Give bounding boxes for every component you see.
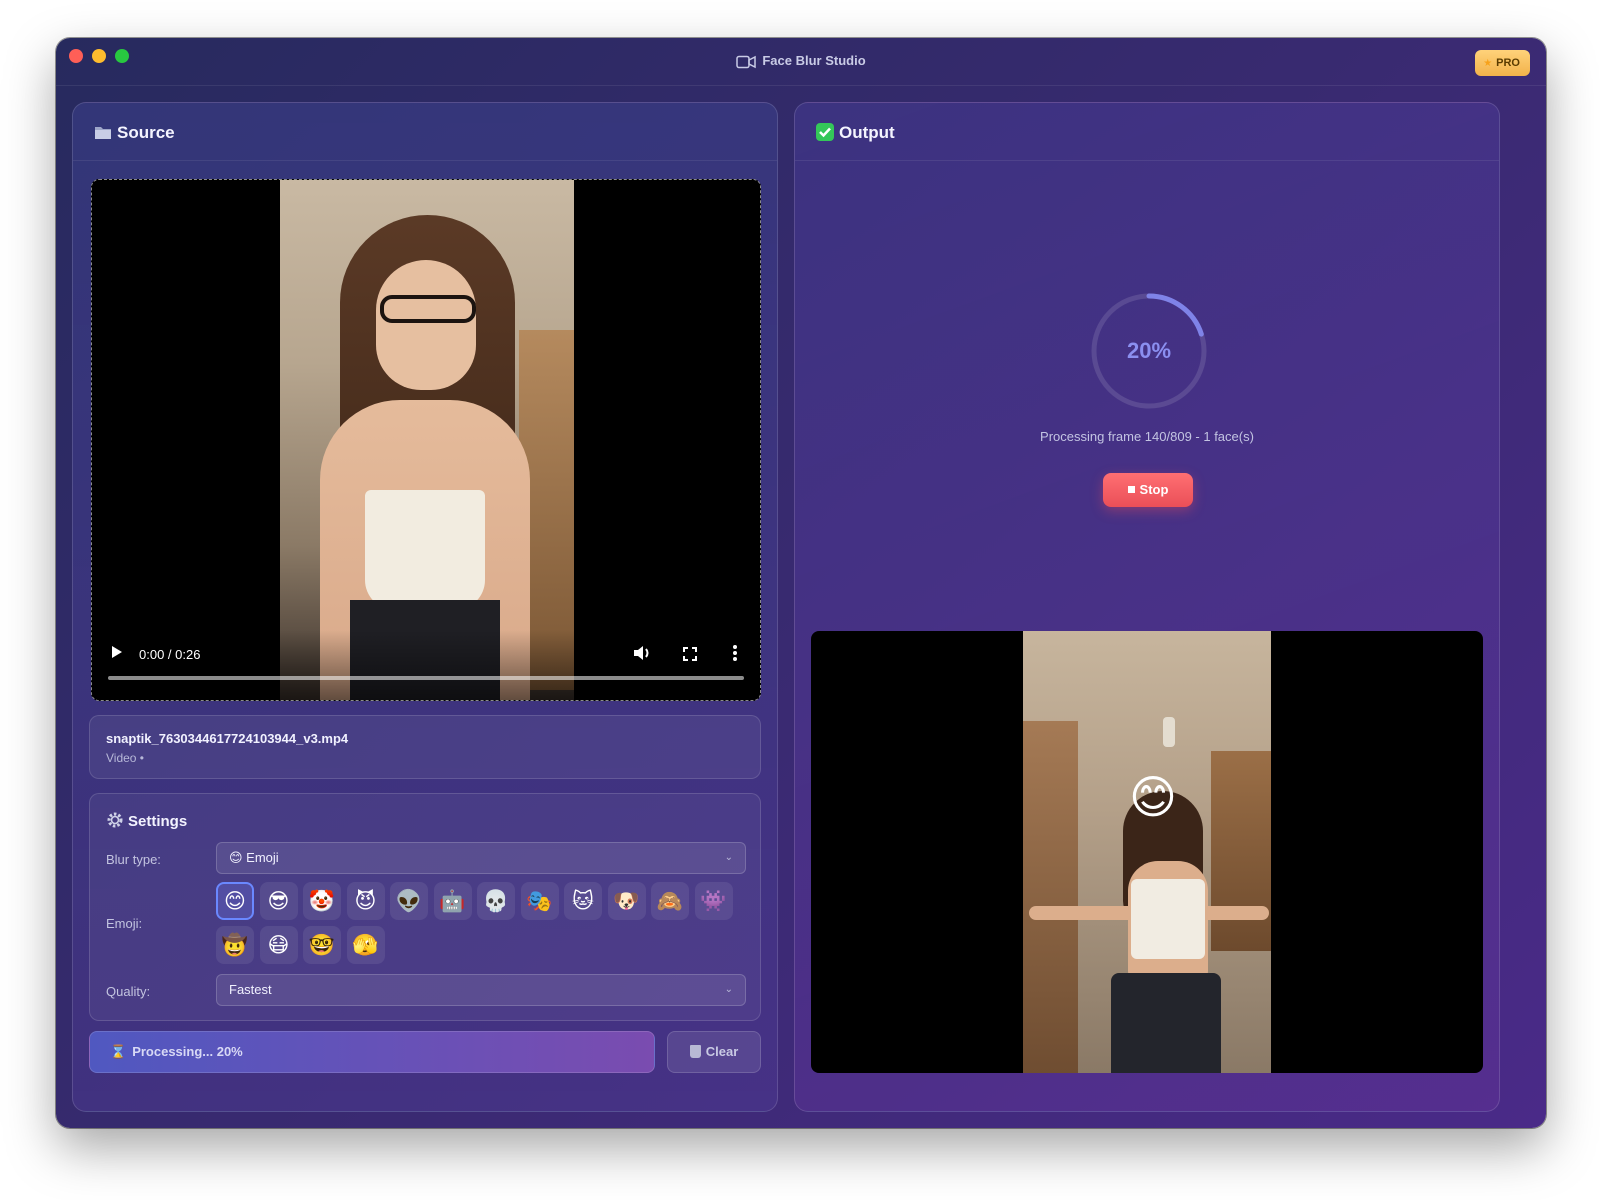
blur-type-select[interactable]: 😊 Emoji ⌄ — [216, 842, 746, 874]
emoji-option[interactable]: 😊 — [216, 882, 254, 920]
stop-button[interactable]: Stop — [1103, 473, 1193, 507]
video-controls: 0:00 / 0:26 — [92, 630, 760, 700]
star-icon: ★ — [1483, 58, 1493, 69]
gear-icon — [107, 812, 123, 828]
emoji-face-overlay: 😊 — [1129, 770, 1177, 824]
emoji-option[interactable]: 😷 — [259, 926, 298, 964]
hourglass-icon: ⌛ — [110, 1044, 127, 1059]
title-bar: Face Blur Studio ★ PRO — [56, 38, 1546, 86]
emoji-option[interactable]: 🫣 — [346, 926, 385, 964]
emoji-option[interactable]: 💀 — [477, 882, 515, 920]
processing-button[interactable]: ⌛ Processing... 20% — [89, 1031, 655, 1073]
output-preview: 😊 — [811, 631, 1483, 1073]
emoji-option[interactable]: 🙈 — [651, 882, 689, 920]
emoji-label: Emoji: — [106, 916, 143, 931]
folder-icon — [95, 127, 111, 139]
file-meta: Video • — [106, 751, 145, 765]
source-video-frame — [280, 180, 574, 700]
processing-status: Processing frame 140/809 - 1 face(s) — [1040, 429, 1254, 444]
emoji-option[interactable]: 🤡 — [303, 882, 341, 920]
output-title: Output — [839, 123, 895, 142]
clear-label: Clear — [705, 1044, 739, 1059]
source-panel-header: Source — [73, 103, 777, 161]
emoji-option[interactable]: 🤠 — [216, 926, 254, 964]
window-title: Face Blur Studio — [56, 53, 1546, 69]
chevron-down-icon: ⌄ — [724, 852, 733, 863]
stop-icon — [1127, 486, 1135, 493]
source-panel: Source 0:00 / 0:26 snaptik_7630344617724… — [72, 102, 778, 1112]
progress-percent: 20% — [1126, 338, 1172, 363]
progress-ring: 20% — [1089, 291, 1209, 411]
emoji-option[interactable]: 🎭 — [520, 882, 559, 920]
emoji-option[interactable]: 🤖 — [433, 882, 472, 920]
processing-label: Processing... 20% — [132, 1044, 243, 1059]
play-icon[interactable] — [112, 646, 122, 658]
video-scrubber[interactable] — [108, 676, 744, 680]
emoji-option[interactable]: 😎 — [259, 882, 298, 920]
video-time: 0:00 / 0:26 — [139, 647, 201, 662]
file-info-card: snaptik_7630344617724103944_v3.mp4 Video… — [89, 715, 761, 779]
emoji-option[interactable]: 👽 — [390, 882, 428, 920]
settings-title-text: Settings — [128, 813, 188, 830]
trash-icon — [689, 1045, 701, 1058]
app-window: Face Blur Studio ★ PRO Source 0:00 / 0:2… — [56, 38, 1546, 1128]
blur-type-label: Blur type: — [106, 852, 161, 867]
clear-button[interactable]: Clear — [667, 1031, 761, 1073]
emoji-option[interactable]: 🐶 — [607, 882, 646, 920]
emoji-option[interactable]: 🤓 — [303, 926, 341, 964]
file-name: snaptik_7630344617724103944_v3.mp4 — [106, 731, 349, 746]
output-panel-header: Output — [795, 103, 1499, 161]
quality-value: Fastest — [229, 982, 272, 997]
output-panel: Output 20% Processing frame 140/809 - 1 … — [794, 102, 1500, 1112]
blur-type-value: 😊 Emoji — [229, 850, 279, 865]
output-preview-frame: 😊 — [1023, 631, 1271, 1073]
source-title: Source — [117, 123, 175, 142]
quality-select[interactable]: Fastest ⌄ — [216, 974, 746, 1006]
video-camera-icon — [736, 55, 757, 68]
window-title-text: Face Blur Studio — [762, 53, 866, 68]
more-options-icon[interactable] — [732, 644, 738, 662]
check-icon — [816, 123, 834, 141]
emoji-option[interactable]: 🐱 — [564, 882, 602, 920]
emoji-option[interactable]: 👾 — [694, 882, 733, 920]
quality-label: Quality: — [106, 984, 151, 999]
stop-label: Stop — [1139, 482, 1169, 497]
settings-card: Settings Blur type: 😊 Emoji ⌄ Emoji: 😊 😎 🤡… — [89, 793, 761, 1021]
chevron-down-icon: ⌄ — [724, 984, 733, 995]
volume-icon[interactable] — [632, 644, 652, 662]
pro-badge[interactable]: ★ PRO — [1475, 50, 1530, 76]
emoji-option[interactable]: 😈 — [346, 882, 385, 920]
settings-title: Settings — [106, 811, 187, 830]
pro-badge-label: PRO — [1496, 57, 1520, 69]
fullscreen-icon[interactable] — [683, 647, 697, 661]
source-video-player[interactable]: 0:00 / 0:26 — [91, 179, 761, 701]
